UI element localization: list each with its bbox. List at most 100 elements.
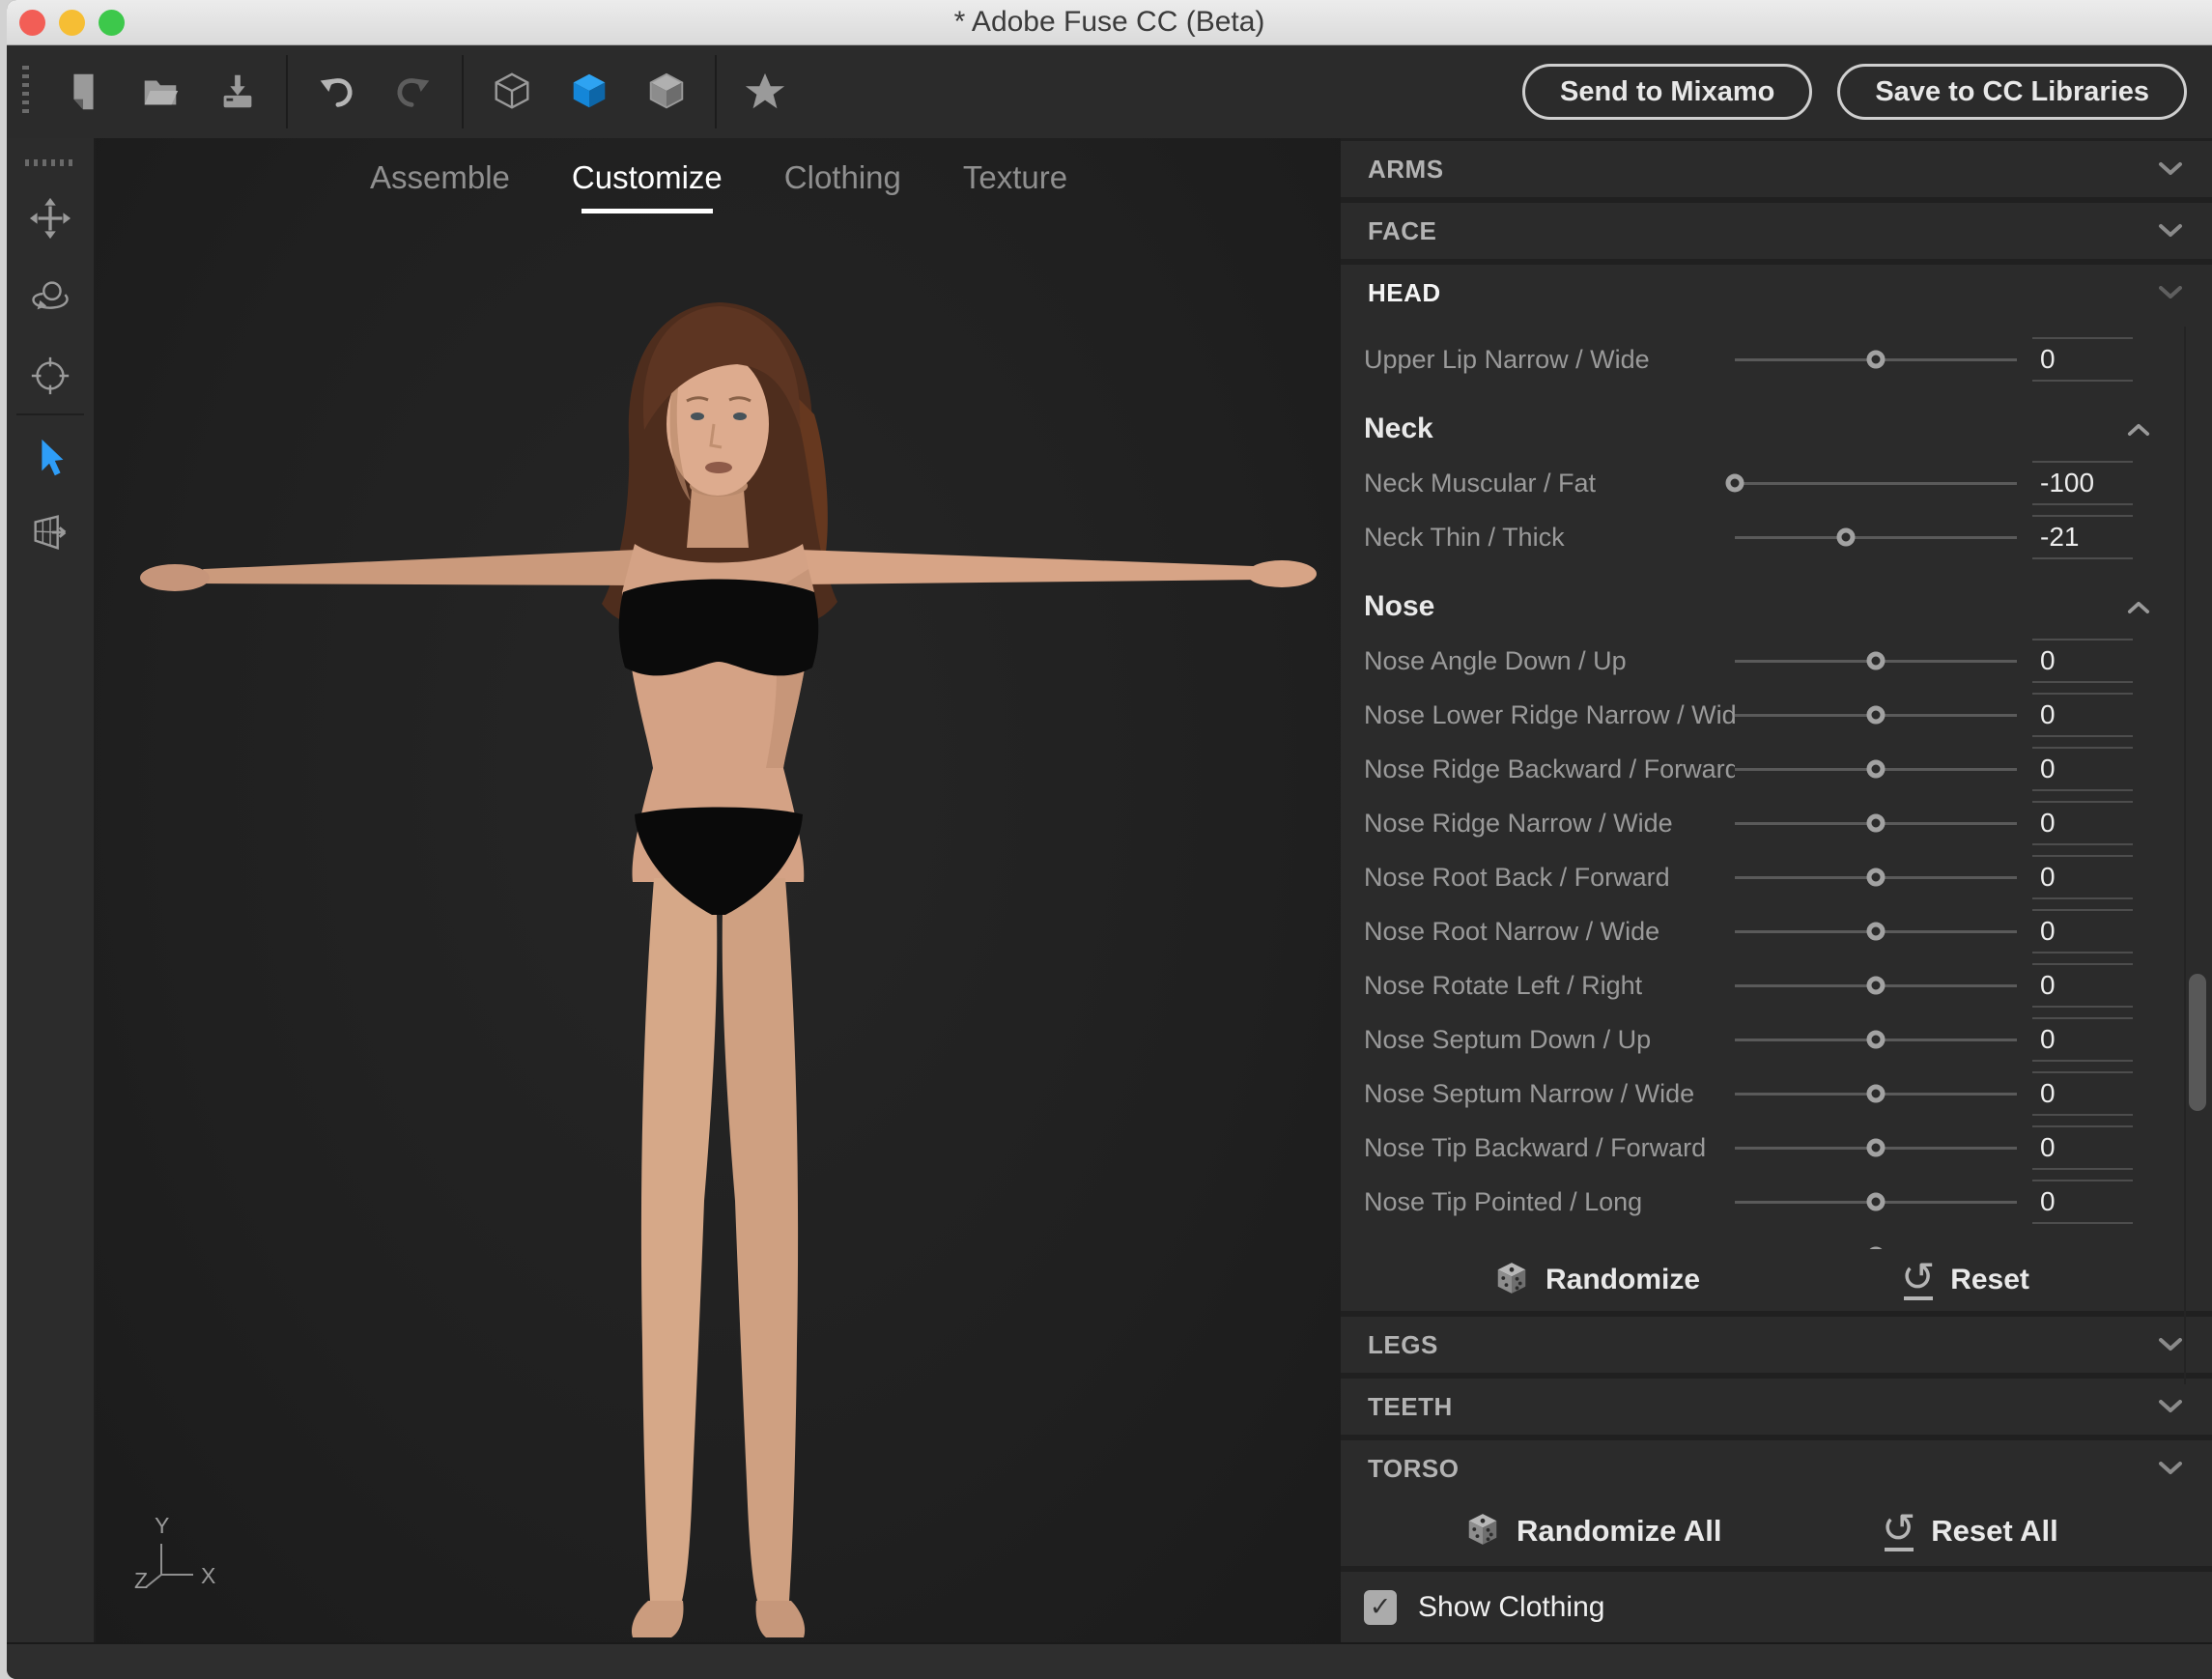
slider-row	[1341, 1229, 2212, 1249]
panel-section-torso[interactable]: TORSO	[1341, 1440, 2212, 1496]
select-tool-icon[interactable]	[25, 433, 75, 483]
slider-value-field[interactable]: 0	[2032, 1071, 2133, 1116]
slider-row: Nose Septum Narrow / Wide 0	[1341, 1067, 2212, 1121]
camera-preview-tool-icon[interactable]	[25, 507, 75, 557]
character-model[interactable]	[96, 138, 1341, 1642]
slider[interactable]	[1735, 456, 2017, 510]
slider-value-field[interactable]: 0	[2032, 855, 2133, 899]
pan-tool-icon[interactable]	[25, 193, 75, 243]
slider-row: Nose Root Back / Forward 0	[1341, 850, 2212, 904]
panel-section-face[interactable]: FACE	[1341, 203, 2212, 259]
slider-value-field[interactable]: 0	[2032, 909, 2133, 953]
slider-handle[interactable]	[1867, 1139, 1886, 1157]
toolbar: Send to Mixamo Save to CC Libraries	[7, 45, 2212, 138]
slider-handle[interactable]	[1726, 474, 1744, 493]
slider-handle[interactable]	[1867, 923, 1886, 941]
slider-row: Nose Tip Backward / Forward 0	[1341, 1121, 2212, 1175]
slider-row: Neck Muscular / Fat -100	[1341, 456, 2212, 510]
slider[interactable]	[1735, 688, 2017, 742]
slider-label: Neck Thin / Thick	[1364, 523, 1735, 553]
customize-panel: ARMS FACE HEAD Upper Lip Narrow / Wide 0…	[1341, 138, 2212, 1642]
slider-handle[interactable]	[1837, 528, 1856, 547]
slider-handle[interactable]	[1867, 760, 1886, 779]
sidebar-divider	[16, 413, 84, 415]
slider[interactable]	[1735, 510, 2017, 564]
section-label: ARMS	[1368, 155, 1444, 185]
slider-handle[interactable]	[1867, 652, 1886, 670]
slider-value-field[interactable]: 0	[2032, 1017, 2133, 1062]
section-label: TORSO	[1368, 1454, 1459, 1484]
slider[interactable]	[1735, 958, 2017, 1012]
randomize-all-button[interactable]: Randomize All	[1464, 1496, 1721, 1566]
slider-label: Nose Septum Down / Up	[1364, 1025, 1735, 1055]
panel-scrollbar[interactable]	[2189, 974, 2206, 1111]
subsection-nose[interactable]: Nose	[1341, 580, 2212, 634]
slider-value-field[interactable]: 0	[2032, 337, 2133, 382]
chevron-down-icon	[2158, 223, 2183, 239]
sidebar-drag-handle[interactable]	[25, 159, 75, 166]
import-save-icon[interactable]	[207, 61, 269, 123]
slider-handle[interactable]	[1867, 868, 1886, 887]
send-to-mixamo-button[interactable]: Send to Mixamo	[1522, 64, 1812, 120]
reset-head-button[interactable]: ↺ Reset	[1901, 1249, 2029, 1311]
slider-handle[interactable]	[1867, 977, 1886, 995]
undo-icon[interactable]	[305, 61, 367, 123]
slider-handle[interactable]	[1867, 351, 1886, 369]
subsection-neck[interactable]: Neck	[1341, 402, 2212, 456]
slider-value-field[interactable]: -21	[2032, 515, 2133, 559]
slider[interactable]	[1735, 634, 2017, 688]
open-folder-icon[interactable]	[129, 61, 191, 123]
slider-value-field[interactable]: 0	[2032, 639, 2133, 683]
slider[interactable]	[1735, 1121, 2017, 1175]
viewport-3d[interactable]: AssembleCustomizeClothingTexture	[96, 138, 1341, 1642]
dice-icon	[1493, 1260, 1530, 1301]
section-label: HEAD	[1368, 278, 1441, 308]
view-wireframe-cube-icon[interactable]	[481, 61, 543, 123]
slider[interactable]	[1735, 850, 2017, 904]
slider[interactable]	[1735, 796, 2017, 850]
slider-label: Nose Root Narrow / Wide	[1364, 917, 1735, 947]
slider-value-field[interactable]: -100	[2032, 461, 2133, 505]
panel-section-arms[interactable]: ARMS	[1341, 141, 2212, 197]
panel-section-head[interactable]: HEAD	[1341, 265, 2212, 321]
panel-section-legs[interactable]: LEGS	[1341, 1317, 2212, 1373]
view-solid-cube-icon[interactable]	[558, 61, 620, 123]
toolbar-separator	[462, 55, 464, 128]
slider-handle[interactable]	[1867, 1031, 1886, 1049]
slider-value-field[interactable]: 0	[2032, 693, 2133, 737]
favorites-star-icon[interactable]	[734, 61, 796, 123]
chevron-down-icon	[2158, 161, 2183, 177]
randomize-head-button[interactable]: Randomize	[1493, 1249, 1700, 1311]
slider-handle[interactable]	[1867, 706, 1886, 725]
slider[interactable]	[1735, 742, 2017, 796]
reset-all-button[interactable]: ↺ Reset All	[1882, 1496, 2058, 1566]
slider-value-field[interactable]	[2032, 1234, 2133, 1249]
slider[interactable]	[1735, 1067, 2017, 1121]
redo-icon[interactable]	[383, 61, 444, 123]
slider-value-field[interactable]: 0	[2032, 1180, 2133, 1224]
toolbar-drag-handle[interactable]	[22, 66, 29, 118]
slider-handle[interactable]	[1867, 814, 1886, 833]
slider-value-field[interactable]: 0	[2032, 963, 2133, 1008]
slider-label: Nose Septum Narrow / Wide	[1364, 1079, 1735, 1109]
slider-value-field[interactable]: 0	[2032, 801, 2133, 845]
slider-handle[interactable]	[1867, 1193, 1886, 1211]
slider[interactable]	[1735, 904, 2017, 958]
view-shaded-cube-icon[interactable]	[636, 61, 697, 123]
slider-row: Neck Thin / Thick -21	[1341, 510, 2212, 564]
slider-value-field[interactable]: 0	[2032, 747, 2133, 791]
save-to-cc-libraries-button[interactable]: Save to CC Libraries	[1837, 64, 2187, 120]
slider-handle[interactable]	[1867, 1085, 1886, 1103]
slider[interactable]	[1735, 1012, 2017, 1067]
section-label: FACE	[1368, 216, 1436, 246]
zoom-target-tool-icon[interactable]	[25, 351, 75, 401]
slider-label: Nose Root Back / Forward	[1364, 863, 1735, 893]
show-clothing-checkbox[interactable]: ✓	[1364, 1590, 1397, 1625]
slider[interactable]	[1735, 1175, 2017, 1229]
new-file-icon[interactable]	[52, 61, 114, 123]
slider[interactable]	[1735, 1229, 2017, 1249]
orbit-tool-icon[interactable]	[25, 271, 75, 322]
slider-value-field[interactable]: 0	[2032, 1125, 2133, 1170]
slider[interactable]	[1735, 332, 2017, 386]
panel-section-teeth[interactable]: TEETH	[1341, 1379, 2212, 1435]
